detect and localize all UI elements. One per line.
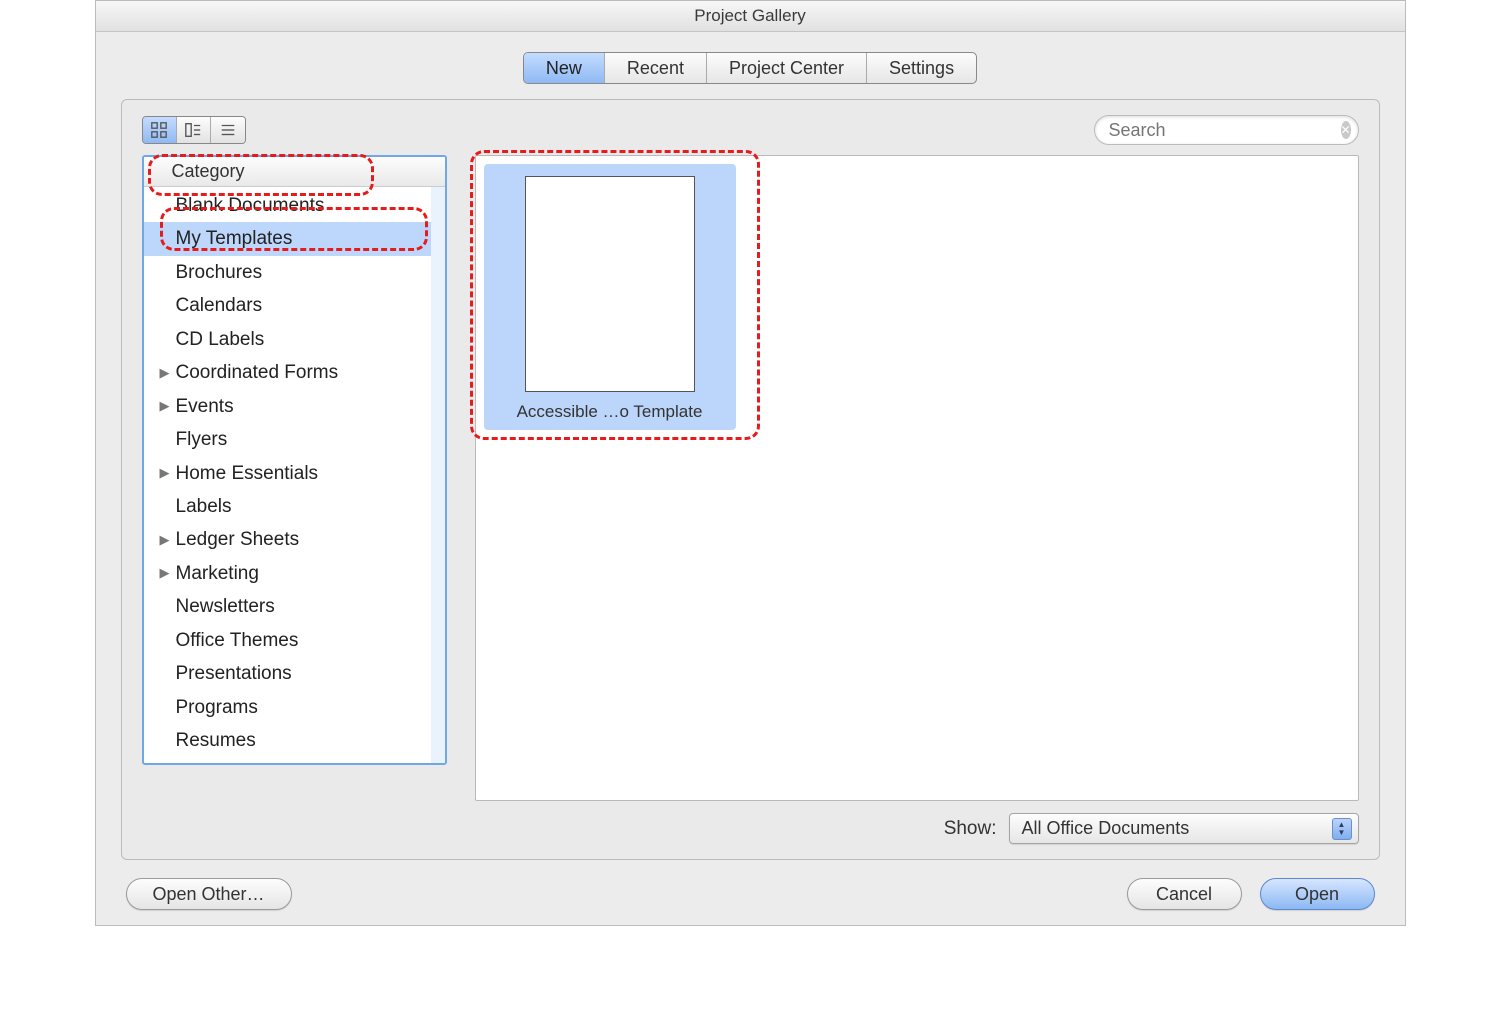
category-label: Ledger Sheets	[176, 525, 300, 554]
view-list-button[interactable]	[211, 117, 245, 143]
category-item[interactable]: Resumes	[144, 724, 431, 757]
category-label: Office Themes	[176, 626, 299, 655]
category-item[interactable]: ▶Ledger Sheets	[144, 523, 431, 556]
category-item[interactable]: ▶Marketing	[144, 557, 431, 590]
show-filter-select[interactable]: All Office Documents ▲▼	[1009, 813, 1359, 844]
category-label: Marketing	[176, 559, 259, 588]
category-list[interactable]: Blank Documents My Templates Brochures Cale…	[144, 187, 445, 763]
show-label: Show:	[944, 818, 997, 840]
list-icon	[219, 121, 237, 139]
view-columns-button[interactable]	[177, 117, 211, 143]
category-item[interactable]: Programs	[144, 691, 431, 724]
template-gallery: Accessible …o Template Show: All Office …	[475, 155, 1359, 844]
category-header: Category	[144, 157, 445, 187]
category-label: Presentations	[176, 659, 292, 688]
disclosure-triangle-icon: ▶	[154, 396, 176, 416]
template-item[interactable]: Accessible …o Template	[484, 164, 736, 430]
category-item[interactable]: Blank Documents	[144, 189, 431, 222]
tab-project-center[interactable]: Project Center	[707, 53, 867, 83]
category-item[interactable]: ▶Coordinated Forms	[144, 356, 431, 389]
main-panel: ✕ Category Blank Documents My Templates Br…	[121, 99, 1380, 860]
disclosure-triangle-icon: ▶	[154, 463, 176, 483]
category-item[interactable]: My Templates	[144, 222, 431, 255]
show-filter-value: All Office Documents	[1022, 818, 1332, 839]
open-button[interactable]: Open	[1260, 878, 1375, 910]
content-row: Category Blank Documents My Templates Broc…	[142, 155, 1359, 844]
category-item[interactable]: ▶Events	[144, 390, 431, 423]
disclosure-triangle-icon: ▶	[154, 530, 176, 550]
open-other-button[interactable]: Open Other…	[126, 878, 292, 910]
category-item[interactable]: Flyers	[144, 423, 431, 456]
view-mode-toggle	[142, 116, 246, 144]
cancel-button[interactable]: Cancel	[1127, 878, 1242, 910]
window-title: Project Gallery	[694, 6, 805, 26]
window-body: NewRecentProject CenterSettings	[96, 32, 1405, 925]
category-label: Programs	[176, 693, 258, 722]
category-label: Stationery	[176, 759, 262, 763]
category-label: Labels	[176, 492, 232, 521]
columns-icon	[184, 121, 202, 139]
template-label: Accessible …o Template	[517, 402, 703, 422]
project-gallery-window: Project Gallery NewRecentProject CenterS…	[95, 0, 1406, 926]
category-label: Coordinated Forms	[176, 358, 339, 387]
category-label: Resumes	[176, 726, 256, 755]
tab-new[interactable]: New	[524, 53, 605, 83]
tab-recent[interactable]: Recent	[605, 53, 707, 83]
grid-icon	[150, 121, 168, 139]
category-label: Events	[176, 392, 234, 421]
search-clear-icon[interactable]: ✕	[1341, 121, 1351, 139]
category-item[interactable]: Newsletters	[144, 590, 431, 623]
window-titlebar: Project Gallery	[96, 1, 1405, 32]
category-item[interactable]: Calendars	[144, 289, 431, 322]
category-item[interactable]: ▶Home Essentials	[144, 457, 431, 490]
toolbar-row: ✕	[142, 115, 1359, 145]
show-filter-row: Show: All Office Documents ▲▼	[475, 801, 1359, 844]
category-label: Brochures	[176, 258, 263, 287]
category-label: CD Labels	[176, 325, 265, 354]
category-sidebar: Category Blank Documents My Templates Broc…	[142, 155, 447, 765]
tab-settings[interactable]: Settings	[867, 53, 976, 83]
category-label: Calendars	[176, 291, 263, 320]
template-thumbnail	[525, 176, 695, 392]
category-label: Newsletters	[176, 592, 275, 621]
tab-bar: NewRecentProject CenterSettings	[121, 52, 1380, 84]
category-label: Blank Documents	[176, 191, 325, 220]
category-item[interactable]: Labels	[144, 490, 431, 523]
category-item[interactable]: Brochures	[144, 256, 431, 289]
footer-buttons: Open Other… Cancel Open	[121, 860, 1380, 910]
category-label: My Templates	[176, 224, 293, 253]
category-label: Flyers	[176, 425, 228, 454]
search-field[interactable]: ✕	[1094, 115, 1359, 145]
search-input[interactable]	[1109, 120, 1341, 141]
template-grid[interactable]: Accessible …o Template	[475, 155, 1359, 801]
select-stepper-icon: ▲▼	[1332, 818, 1352, 840]
category-item[interactable]: Stationery	[144, 757, 431, 763]
disclosure-triangle-icon: ▶	[154, 363, 176, 383]
category-item[interactable]: Presentations	[144, 657, 431, 690]
view-grid-button[interactable]	[143, 117, 177, 143]
category-item[interactable]: CD Labels	[144, 323, 431, 356]
category-label: Home Essentials	[176, 459, 319, 488]
disclosure-triangle-icon: ▶	[154, 563, 176, 583]
category-item[interactable]: Office Themes	[144, 624, 431, 657]
